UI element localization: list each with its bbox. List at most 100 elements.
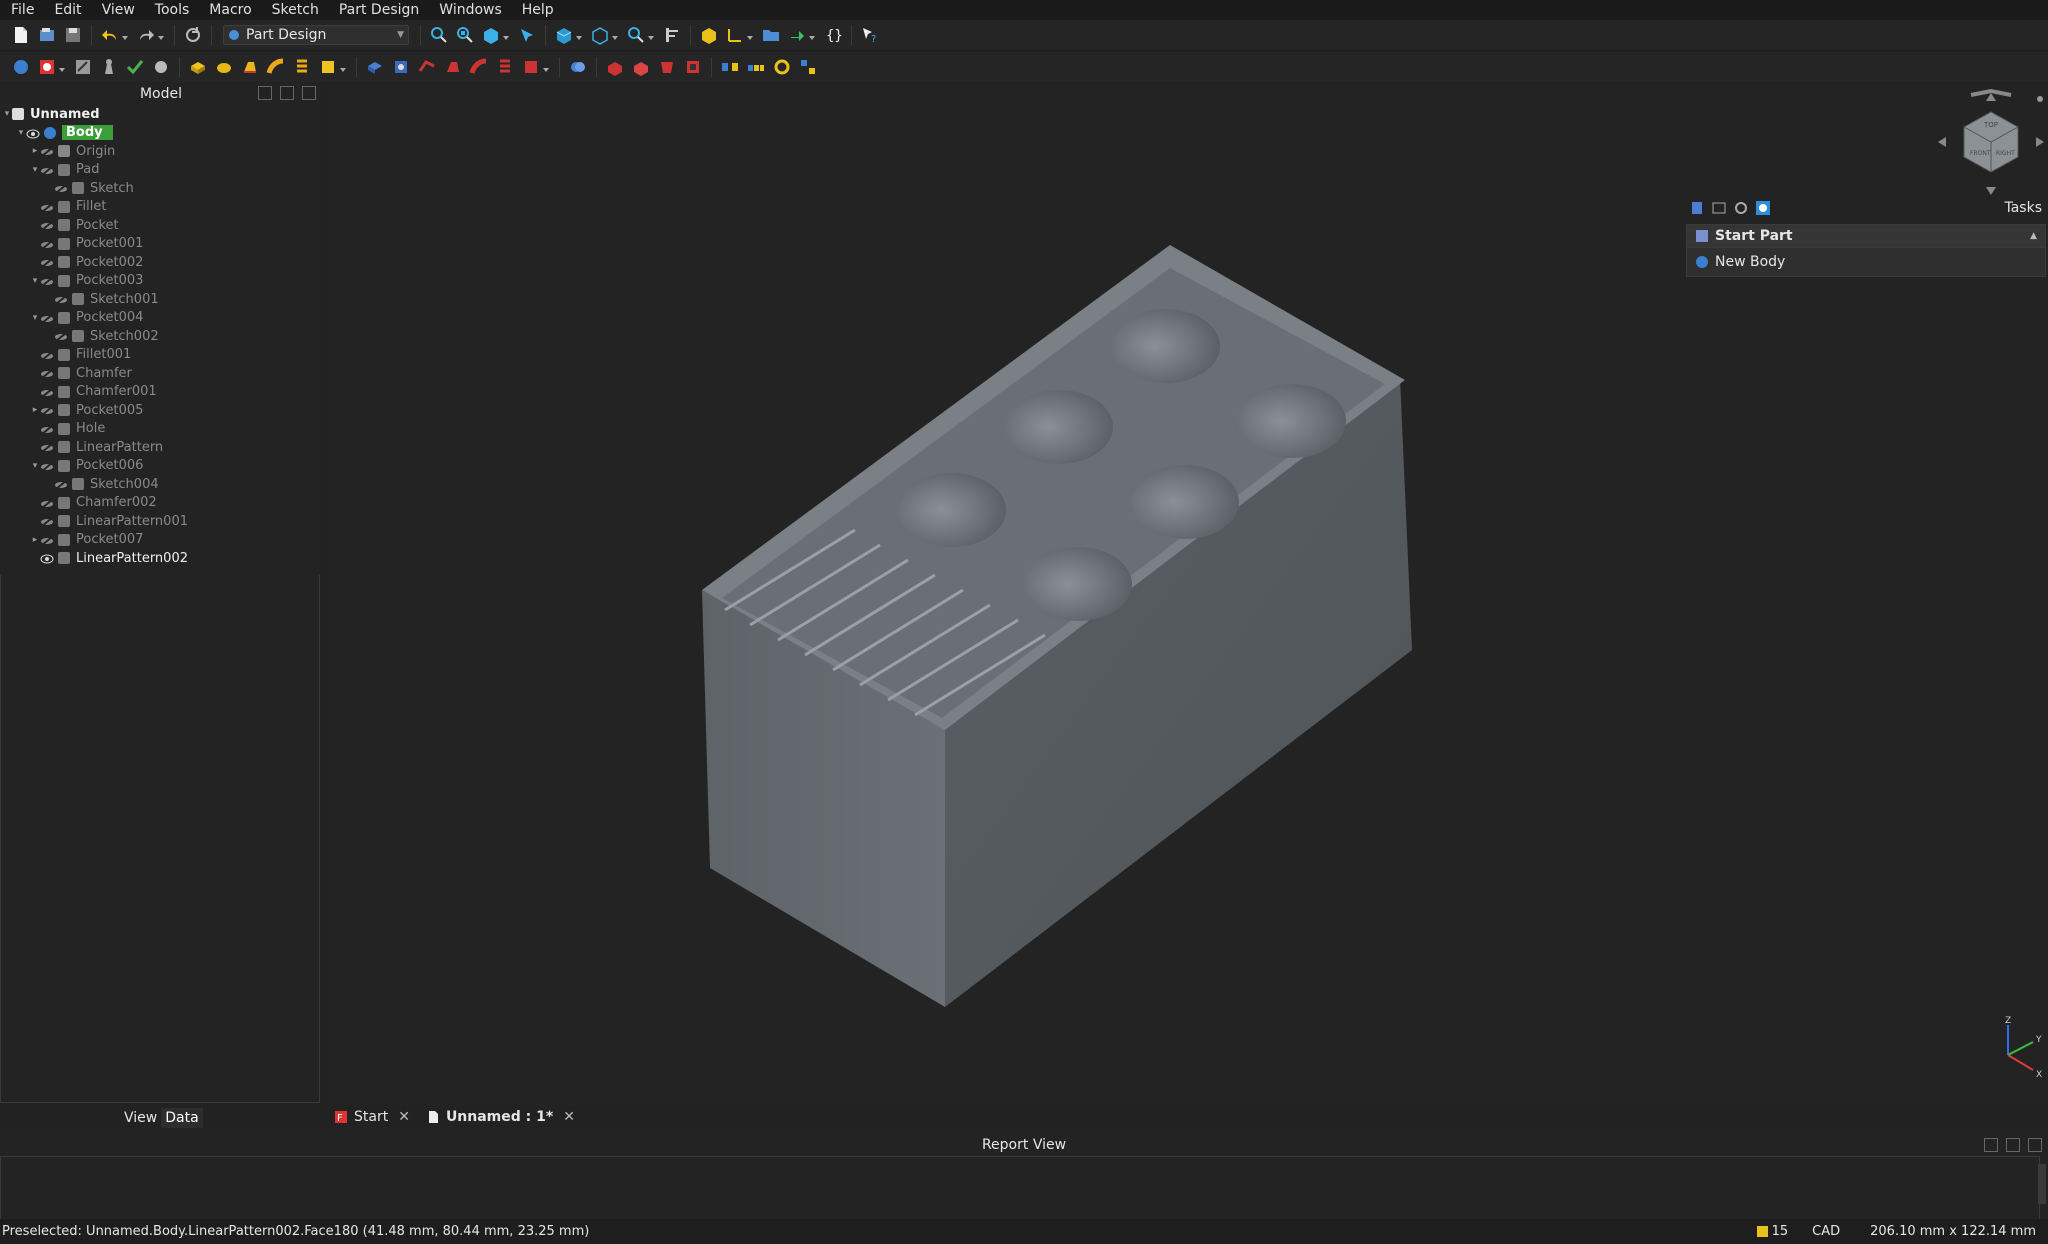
task-view-icon[interactable] <box>1711 200 1727 216</box>
variable-set-icon[interactable]: {} <box>823 25 843 45</box>
selection-filter-icon[interactable] <box>517 25 537 45</box>
revolution-icon[interactable] <box>214 57 234 77</box>
menu-macro[interactable]: Macro <box>199 0 261 20</box>
fillet-tool-icon[interactable] <box>605 57 625 77</box>
tree-item[interactable]: Fillet <box>0 198 322 217</box>
menu-help[interactable]: Help <box>512 0 564 20</box>
draft-icon[interactable] <box>657 57 677 77</box>
view-dropdown-icon[interactable] <box>575 31 583 40</box>
new-document-icon[interactable] <box>11 25 31 45</box>
eye-hidden-icon[interactable] <box>40 146 54 158</box>
tree-item[interactable]: LinearPattern <box>0 438 322 457</box>
measure-dropdown-icon[interactable] <box>647 31 655 40</box>
navigation-style[interactable]: CAD <box>1812 1224 1840 1239</box>
body-icon[interactable] <box>11 57 31 77</box>
redo-icon[interactable] <box>136 25 156 45</box>
chevron-right-icon[interactable]: ▸ <box>30 535 40 545</box>
report-float-button[interactable] <box>1984 1138 1998 1152</box>
undo-dropdown-icon[interactable] <box>121 31 129 40</box>
panel-restore-button[interactable] <box>280 86 294 100</box>
tree-item[interactable]: ▸ Pocket005 <box>0 401 322 420</box>
linear-pattern-tool-icon[interactable] <box>746 57 766 77</box>
tree-item[interactable]: LinearPattern001 <box>0 512 322 531</box>
coordinate-system-icon[interactable] <box>725 25 745 45</box>
start-part-header[interactable]: Start Part ▲ <box>1687 225 2045 247</box>
eye-hidden-icon[interactable] <box>40 239 54 250</box>
eye-hidden-icon[interactable] <box>40 424 54 435</box>
task-active-icon[interactable] <box>1755 200 1771 216</box>
draw-style-icon[interactable] <box>481 25 501 45</box>
eye-hidden-icon[interactable] <box>40 276 54 287</box>
dimension-readout[interactable]: 206.10 mm x 122.14 mm <box>1870 1224 2036 1239</box>
isometric-view-icon[interactable] <box>554 25 574 45</box>
subtractive-dropdown-icon[interactable] <box>542 63 550 72</box>
eye-hidden-icon[interactable] <box>40 498 54 509</box>
eye-hidden-icon[interactable] <box>40 405 54 417</box>
panel-float-button[interactable] <box>258 86 272 100</box>
subtractive-helix-icon[interactable] <box>495 57 515 77</box>
chevron-down-icon[interactable]: ▾ <box>30 165 40 175</box>
refresh-icon[interactable] <box>183 25 203 45</box>
eye-hidden-icon[interactable] <box>40 257 54 269</box>
chevron-down-icon[interactable]: ▾ <box>30 461 40 471</box>
subtractive-loft-icon[interactable] <box>443 57 463 77</box>
report-restore-button[interactable] <box>2006 1138 2020 1152</box>
link-dropdown-icon[interactable] <box>808 31 816 40</box>
menu-file[interactable]: File <box>0 0 44 20</box>
multi-transform-icon[interactable] <box>798 57 818 77</box>
shape-binder-icon[interactable] <box>37 57 57 77</box>
tab-view[interactable]: View <box>120 1108 161 1128</box>
tree-item[interactable]: Chamfer <box>0 364 322 383</box>
whats-this-icon[interactable]: ? <box>860 25 880 45</box>
menu-windows[interactable]: Windows <box>429 0 512 20</box>
fit-selection-icon[interactable] <box>455 25 475 45</box>
eye-hidden-icon[interactable] <box>54 183 68 195</box>
draw-style-dropdown-icon[interactable] <box>502 31 510 40</box>
measure-icon[interactable] <box>626 25 646 45</box>
menu-edit[interactable]: Edit <box>44 0 91 20</box>
eye-hidden-icon[interactable] <box>40 516 54 528</box>
tree-item[interactable]: ▾ Unnamed <box>0 105 322 124</box>
folder-icon[interactable] <box>761 25 781 45</box>
panel-close-button[interactable] <box>302 86 316 100</box>
chevron-right-icon[interactable]: ▸ <box>30 405 40 415</box>
chevron-down-icon[interactable]: ▾ <box>2 109 12 119</box>
tree-item[interactable]: Chamfer001 <box>0 383 322 402</box>
tree-item[interactable]: Pocket002 <box>0 253 322 272</box>
binder-dropdown-icon[interactable] <box>58 63 66 72</box>
thickness-icon[interactable] <box>683 57 703 77</box>
pad-tool-icon[interactable] <box>188 57 208 77</box>
tree-item[interactable]: ▸ Origin <box>0 142 322 161</box>
tab-data[interactable]: Data <box>161 1108 203 1128</box>
additive-dropdown-icon[interactable] <box>339 63 347 72</box>
tree-item[interactable]: Pocket <box>0 216 322 235</box>
eye-hidden-icon[interactable] <box>40 202 54 213</box>
redo-dropdown-icon[interactable] <box>157 31 165 40</box>
caliper-icon[interactable] <box>662 25 682 45</box>
hole-tool-icon[interactable] <box>391 57 411 77</box>
helix-icon[interactable] <box>292 57 312 77</box>
subtractive-primitive-icon[interactable] <box>521 57 541 77</box>
report-output[interactable] <box>0 1156 2040 1222</box>
eye-hidden-icon[interactable] <box>40 368 54 380</box>
coord-dropdown-icon[interactable] <box>746 31 754 40</box>
close-icon[interactable]: ✕ <box>398 1109 410 1125</box>
eye-hidden-icon[interactable] <box>40 387 54 398</box>
tree-item[interactable]: Sketch004 <box>0 475 322 494</box>
close-icon[interactable]: ✕ <box>563 1109 575 1125</box>
boolean-icon[interactable] <box>568 57 588 77</box>
validate-sketch-icon[interactable] <box>99 57 119 77</box>
eye-hidden-icon[interactable] <box>54 294 68 306</box>
save-icon[interactable] <box>63 25 83 45</box>
tree-item[interactable]: Sketch <box>0 179 322 198</box>
chevron-down-icon[interactable]: ▾ <box>16 128 26 138</box>
task-settings-icon[interactable] <box>1733 200 1749 216</box>
workbench-selector[interactable]: Part Design ▼ <box>223 25 409 45</box>
eye-hidden-icon[interactable] <box>54 331 68 343</box>
tree-item[interactable]: LinearPattern002 <box>0 549 322 568</box>
chamfer-tool-icon[interactable] <box>631 57 651 77</box>
standard-views-dropdown-icon[interactable] <box>611 31 619 40</box>
task-ok-icon[interactable] <box>1689 200 1705 216</box>
standard-views-icon[interactable] <box>590 25 610 45</box>
navigation-cube[interactable]: TOP FRONT RIGHT <box>1936 87 2046 197</box>
